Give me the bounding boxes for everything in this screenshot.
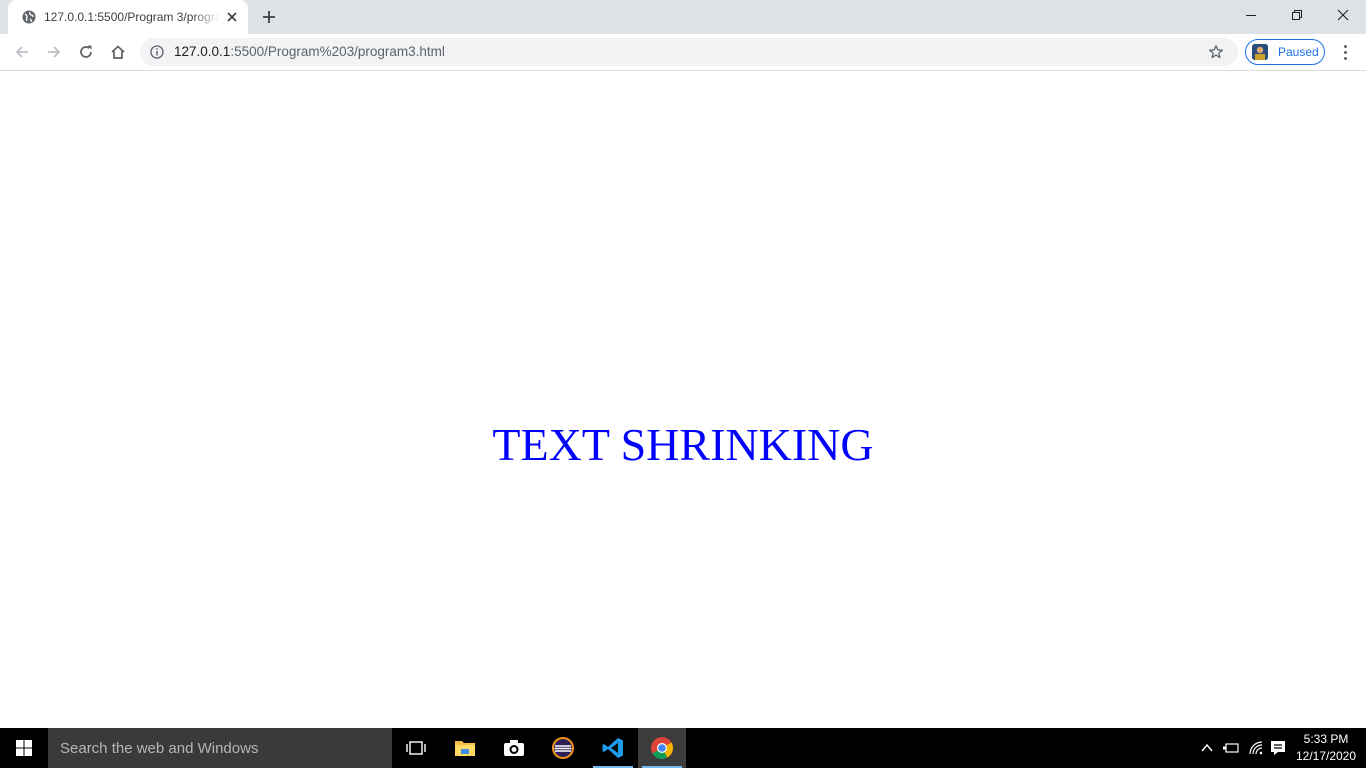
url-host: 127.0.0.1 <box>174 44 231 59</box>
new-tab-icon[interactable] <box>260 8 278 26</box>
tab-close-icon[interactable] <box>224 9 240 25</box>
chrome-icon[interactable] <box>638 728 686 768</box>
minimize-icon[interactable] <box>1228 0 1274 30</box>
profile-button[interactable]: Paused <box>1245 39 1325 65</box>
taskbar-clock[interactable]: 5:33 PM 12/17/2020 <box>1290 731 1362 765</box>
eclipse-icon[interactable] <box>539 728 587 768</box>
search-placeholder: Search the web and Windows <box>60 740 259 757</box>
browser-tab[interactable]: 127.0.0.1:5500/Program 3/program3.html <box>8 0 248 34</box>
clock-time: 5:33 PM <box>1303 732 1349 746</box>
site-info-icon[interactable] <box>150 45 164 59</box>
battery-icon[interactable] <box>1221 738 1241 758</box>
page-viewport: TEXT SHRINKING <box>0 71 1366 728</box>
browser-toolbar: 127.0.0.1:5500/Program%203/program3.html… <box>0 34 1366 71</box>
chevron-up-icon[interactable] <box>1197 738 1217 758</box>
restore-icon[interactable] <box>1274 0 1320 30</box>
action-center-icon[interactable] <box>1268 738 1288 758</box>
avatar <box>1252 44 1268 60</box>
taskbar-search-box[interactable]: Search the web and Windows <box>48 728 392 768</box>
more-menu-icon[interactable] <box>1336 42 1354 62</box>
wifi-icon[interactable] <box>1246 738 1266 758</box>
task-view-icon[interactable] <box>392 728 440 768</box>
vscode-icon[interactable] <box>589 728 637 768</box>
home-icon[interactable] <box>106 40 130 64</box>
tab-title: 127.0.0.1:5500/Program 3/program3.html <box>44 10 220 24</box>
reload-icon[interactable] <box>74 40 98 64</box>
camera-icon[interactable] <box>490 728 538 768</box>
windows-start-icon[interactable] <box>0 728 48 768</box>
file-explorer-icon[interactable] <box>441 728 489 768</box>
url-path: :5500/Program%203/program3.html <box>230 44 445 59</box>
url-text: 127.0.0.1:5500/Program%203/program3.html <box>174 44 445 59</box>
globe-icon <box>22 10 36 24</box>
browser-title-bar: 127.0.0.1:5500/Program 3/program3.html <box>0 0 1366 34</box>
address-bar[interactable]: 127.0.0.1:5500/Program%203/program3.html <box>140 38 1238 66</box>
close-window-icon[interactable] <box>1320 0 1366 30</box>
back-arrow-icon[interactable] <box>10 40 34 64</box>
clock-date: 12/17/2020 <box>1295 749 1357 763</box>
bookmark-star-icon[interactable] <box>1208 44 1224 60</box>
profile-status-label: Paused <box>1278 45 1319 59</box>
forward-arrow-icon[interactable] <box>42 40 66 64</box>
shrinking-text: TEXT SHRINKING <box>492 419 874 470</box>
taskbar: Search the web and Windows 5:33 PM 12/17… <box>0 728 1366 768</box>
